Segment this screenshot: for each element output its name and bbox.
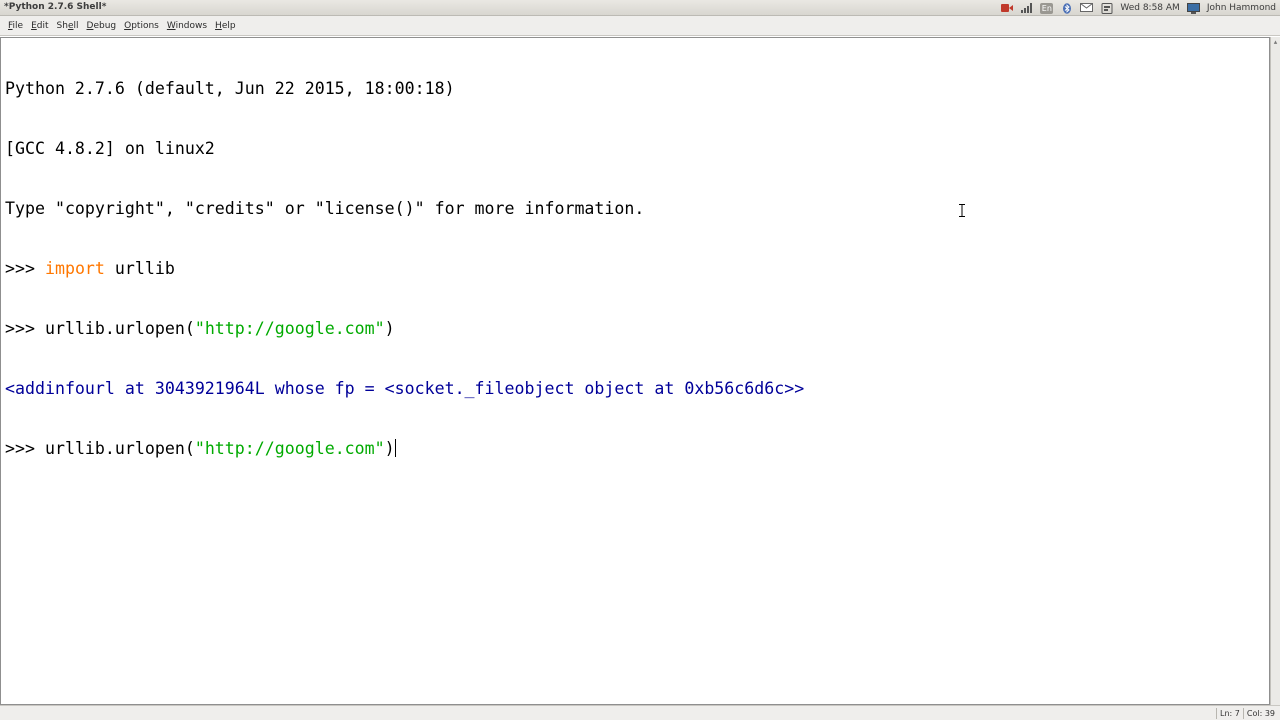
menu-debug[interactable]: Debug — [83, 18, 121, 34]
menu-edit[interactable]: Edit — [27, 18, 52, 34]
shell-text-area[interactable]: Python 2.7.6 (default, Jun 22 2015, 18:0… — [0, 37, 1270, 705]
menu-windows-mnemonic: W — [166, 20, 176, 31]
banner-line: Type "copyright", "credits" or "license(… — [5, 199, 804, 219]
output-text: <addinfourl at 3043921964L whose fp = <s… — [5, 379, 805, 398]
status-bar: Ln: 7 Col: 39 — [0, 705, 1280, 720]
battery-icon[interactable] — [1100, 2, 1113, 14]
bluetooth-icon[interactable] — [1060, 2, 1073, 14]
current-input-line[interactable]: >>> urllib.urlopen("http://google.com") — [5, 439, 804, 459]
status-fields: Ln: 7 Col: 39 — [1216, 708, 1278, 719]
menu-debug-label: ebug — [93, 20, 117, 31]
code-token: urllib.urlopen( — [44, 439, 195, 458]
text-caret — [394, 439, 396, 457]
clock[interactable]: Wed 8:58 AM — [1120, 3, 1179, 13]
banner-version-text: Python 2.7.6 (default, Jun 22 2015, 18:0… — [5, 79, 465, 98]
mail-icon[interactable] — [1080, 2, 1094, 14]
prompt: >>> — [5, 439, 45, 458]
menu-help[interactable]: Help — [211, 18, 240, 34]
string-token: "http://google.com" — [194, 319, 385, 338]
prompt: >>> — [5, 319, 45, 338]
keyboard-layout-icon[interactable]: En — [1040, 2, 1054, 14]
network-icon[interactable] — [1020, 2, 1033, 14]
code-token: ) — [384, 319, 395, 338]
window-title: *Python 2.7.6 Shell* — [4, 2, 107, 12]
keyword-token: import — [44, 259, 105, 278]
top-panel: *Python 2.7.6 Shell* En Wed 8:58 AM John… — [0, 0, 1280, 16]
menu-shell-label-end: ll — [73, 20, 79, 31]
user-name[interactable]: John Hammond — [1207, 3, 1276, 13]
input-line: >>> import urllib — [5, 259, 804, 279]
user-computer-icon[interactable] — [1186, 2, 1200, 14]
menu-edit-label: dit — [36, 20, 49, 31]
menu-file[interactable]: File — [4, 18, 27, 34]
line-number: Ln: 7 — [1216, 708, 1243, 719]
code-token: urllib — [104, 259, 175, 278]
input-line: >>> urllib.urlopen("http://google.com") — [5, 319, 804, 339]
output-line: <addinfourl at 3043921964L whose fp = <s… — [5, 379, 804, 399]
column-number: Col: 39 — [1242, 708, 1278, 719]
recording-icon[interactable] — [1000, 3, 1013, 14]
banner-line: Python 2.7.6 (default, Jun 22 2015, 18:0… — [5, 79, 804, 99]
menu-options-label: ptions — [131, 20, 159, 31]
string-token: "http://google.com" — [194, 439, 385, 458]
menu-shell[interactable]: Shell — [53, 18, 83, 34]
code-token: urllib.urlopen( — [44, 319, 195, 338]
menu-windows-label: indows — [175, 20, 208, 31]
banner-line: [GCC 4.8.2] on linux2 — [5, 139, 804, 159]
banner-compiler-text: [GCC 4.8.2] on linux2 — [5, 139, 215, 158]
ibeam-cursor-icon — [959, 204, 965, 217]
menu-file-label: ile — [12, 20, 24, 31]
menu-help-mnemonic: H — [215, 20, 222, 31]
scroll-up-arrow-icon[interactable]: ▴ — [1272, 39, 1279, 46]
indicator-area: En Wed 8:58 AM John Hammond — [1000, 1, 1276, 15]
menubar: File Edit Shell Debug Options Windows He… — [0, 16, 1280, 36]
vertical-scrollbar[interactable]: ▴ — [1270, 37, 1280, 705]
menu-windows[interactable]: Windows — [163, 18, 211, 34]
idle-shell-window: *Python 2.7.6 Shell* En Wed 8:58 AM John… — [0, 0, 1280, 720]
menu-shell-label-start: Sh — [56, 20, 68, 31]
menu-help-label: elp — [221, 20, 236, 31]
menu-options[interactable]: Options — [120, 18, 163, 34]
shell-lines: Python 2.7.6 (default, Jun 22 2015, 18:0… — [5, 39, 804, 499]
code-token: ) — [384, 439, 395, 458]
prompt: >>> — [5, 259, 45, 278]
banner-info-text: Type "copyright", "credits" or "license(… — [5, 199, 645, 218]
